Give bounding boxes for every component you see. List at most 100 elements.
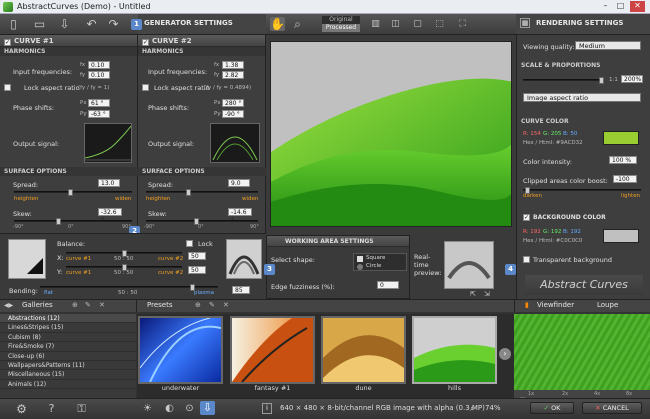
key-icon[interactable]: ⚿ xyxy=(74,402,89,416)
help-icon[interactable]: ? xyxy=(44,402,59,416)
fit-view-icon[interactable]: ⬚ xyxy=(432,17,447,31)
preset-edit-icon[interactable]: ✎ xyxy=(209,301,215,309)
gallery-add-icon[interactable]: ⊕ xyxy=(72,301,78,309)
category-item[interactable]: Miscellaneous (15) xyxy=(0,370,136,380)
curve2-enable-checkbox[interactable]: ✓ xyxy=(142,39,149,46)
curve2-lock-ratio-checkbox[interactable] xyxy=(142,84,149,91)
presets-next-button[interactable]: › xyxy=(499,348,511,360)
square-radio[interactable] xyxy=(357,256,363,262)
minimize-button[interactable]: – xyxy=(598,1,613,12)
curve1-fy-input[interactable]: 0.10 xyxy=(88,71,110,79)
curve2-spread-knob[interactable] xyxy=(186,189,191,196)
category-item[interactable]: Abstractions (12) xyxy=(0,314,136,324)
curve1-spread-slider[interactable] xyxy=(14,189,132,196)
curve2-px-input[interactable]: 280 ° xyxy=(222,99,244,107)
split-view-icon[interactable]: ▥ xyxy=(368,17,383,31)
aspect-ratio-select[interactable]: Image aspect ratio xyxy=(523,93,641,102)
galleries-collapse-icon[interactable]: ◀▶ xyxy=(4,302,13,309)
tab-viewfinder[interactable]: Viewfinder xyxy=(537,301,574,309)
curve2-spread-slider[interactable] xyxy=(146,189,258,196)
curve2-fy-input[interactable]: 2.82 xyxy=(222,71,244,79)
preset-thumb[interactable]: fantasy #1 xyxy=(230,316,315,392)
circle-radio[interactable] xyxy=(357,264,363,270)
preset-thumb[interactable]: hills xyxy=(412,316,497,392)
pin-icon[interactable]: ⊙ xyxy=(182,402,197,416)
clipped-boost-slider[interactable] xyxy=(523,187,641,194)
curve1-skew-knob[interactable] xyxy=(56,218,61,225)
category-item[interactable]: Lines&Stripes (15) xyxy=(0,323,136,333)
clipped-boost-input[interactable]: -100 xyxy=(613,175,637,183)
curve1-spread-input[interactable]: 13.0 xyxy=(98,179,120,187)
category-item[interactable]: Animals (12) xyxy=(0,380,136,390)
cancel-button[interactable]: ✕ CANCEL xyxy=(582,402,642,414)
new-file-icon[interactable]: ▯ xyxy=(6,17,21,31)
preset-add-icon[interactable]: ⊕ xyxy=(195,301,201,309)
curve1-skew-slider[interactable] xyxy=(14,218,132,225)
zoom-tool-icon[interactable]: ⌕ xyxy=(290,17,305,31)
zoom-input[interactable]: 200% xyxy=(621,75,643,83)
curve1-py-input[interactable]: -63 ° xyxy=(88,110,110,118)
preview-fit-icon[interactable]: ⇱ xyxy=(470,290,480,298)
curve2-skew-slider[interactable] xyxy=(146,218,258,225)
dual-view-icon[interactable]: ◫ xyxy=(388,17,403,31)
category-item[interactable]: Wallpapers&Patterns (11) xyxy=(0,361,136,371)
lightbulb-icon[interactable]: ☀ xyxy=(140,402,155,416)
balance-x-slider[interactable] xyxy=(66,250,182,257)
bending-input[interactable]: 85 xyxy=(232,286,250,294)
tab-original[interactable]: Original xyxy=(322,16,360,24)
zoom-tick-8x[interactable]: 8x xyxy=(626,391,632,397)
scale-slider[interactable] xyxy=(523,77,604,84)
balance-y-slider[interactable] xyxy=(66,264,182,271)
brightness-icon[interactable]: ◐ xyxy=(162,402,177,416)
curve2-spread-input[interactable]: 9.0 xyxy=(228,179,250,187)
category-item[interactable]: Fire&Smoke (7) xyxy=(0,342,136,352)
balance-lock-checkbox[interactable] xyxy=(186,240,193,247)
fuzziness-input[interactable]: 0 xyxy=(377,281,399,289)
zoom-tick-1x[interactable]: 1x xyxy=(528,391,534,397)
gallery-edit-icon[interactable]: ✎ xyxy=(85,301,91,309)
background-color-checkbox[interactable]: ✓ xyxy=(523,214,530,221)
save-icon[interactable]: ⇩ xyxy=(57,17,72,31)
preview-export-icon[interactable]: ⇲ xyxy=(484,290,494,298)
viewing-quality-select[interactable]: Medium xyxy=(575,41,641,50)
preset-delete-icon[interactable]: ✕ xyxy=(223,301,229,309)
preview-canvas[interactable] xyxy=(270,41,512,227)
curve1-spread-knob[interactable] xyxy=(68,189,73,196)
gallery-delete-icon[interactable]: ✕ xyxy=(99,301,105,309)
curve2-skew-input[interactable]: -14.6 ° xyxy=(228,208,252,224)
tab-processed[interactable]: Processed xyxy=(322,24,360,32)
preset-thumb[interactable]: underwater xyxy=(138,316,223,392)
balance-x-input[interactable]: 50 xyxy=(188,252,206,260)
open-folder-icon[interactable]: ▭ xyxy=(32,17,47,31)
curve2-py-input[interactable]: -90 ° xyxy=(222,110,244,118)
close-button[interactable]: ✕ xyxy=(630,1,645,12)
single-view-icon[interactable]: ▢ xyxy=(410,17,425,31)
curve1-lock-ratio-checkbox[interactable] xyxy=(4,84,11,91)
scale-knob[interactable] xyxy=(599,77,604,84)
settings-gear-icon[interactable]: ⚙ xyxy=(14,402,29,416)
color-intensity-input[interactable]: 100 % xyxy=(609,156,637,164)
curve2-fx-input[interactable]: 1.38 xyxy=(222,61,244,69)
curve-color-swatch[interactable] xyxy=(603,131,639,145)
zoom-tick-2x[interactable]: 2x xyxy=(562,391,568,397)
category-item[interactable]: Close-up (6) xyxy=(0,352,136,361)
curve1-px-input[interactable]: 61 ° xyxy=(88,99,110,107)
curve1-fx-input[interactable]: 0.10 xyxy=(88,61,110,69)
bg-color-swatch[interactable] xyxy=(603,229,639,243)
tab-loupe[interactable]: Loupe xyxy=(597,301,618,309)
fullscreen-icon[interactable]: ⛶ xyxy=(455,17,470,31)
zoom-tick-4x[interactable]: 4x xyxy=(594,391,600,397)
category-item[interactable]: Cubism (8) xyxy=(0,333,136,343)
ok-button[interactable]: ✓ OK xyxy=(530,402,574,414)
preset-thumb[interactable]: dune xyxy=(321,316,406,392)
redo-icon[interactable]: ↷ xyxy=(106,17,121,31)
curve1-skew-input[interactable]: -32.6 ° xyxy=(98,208,122,224)
export-icon[interactable]: ⇩ xyxy=(200,401,215,415)
curve1-enable-checkbox[interactable]: ✓ xyxy=(4,39,11,46)
undo-icon[interactable]: ↶ xyxy=(84,17,99,31)
transparent-bg-checkbox[interactable] xyxy=(523,256,530,263)
maximize-button[interactable]: □ xyxy=(613,1,628,12)
bending-slider[interactable] xyxy=(40,284,218,291)
viewfinder-view[interactable] xyxy=(514,314,650,396)
hand-tool-icon[interactable]: ✋ xyxy=(270,17,285,31)
